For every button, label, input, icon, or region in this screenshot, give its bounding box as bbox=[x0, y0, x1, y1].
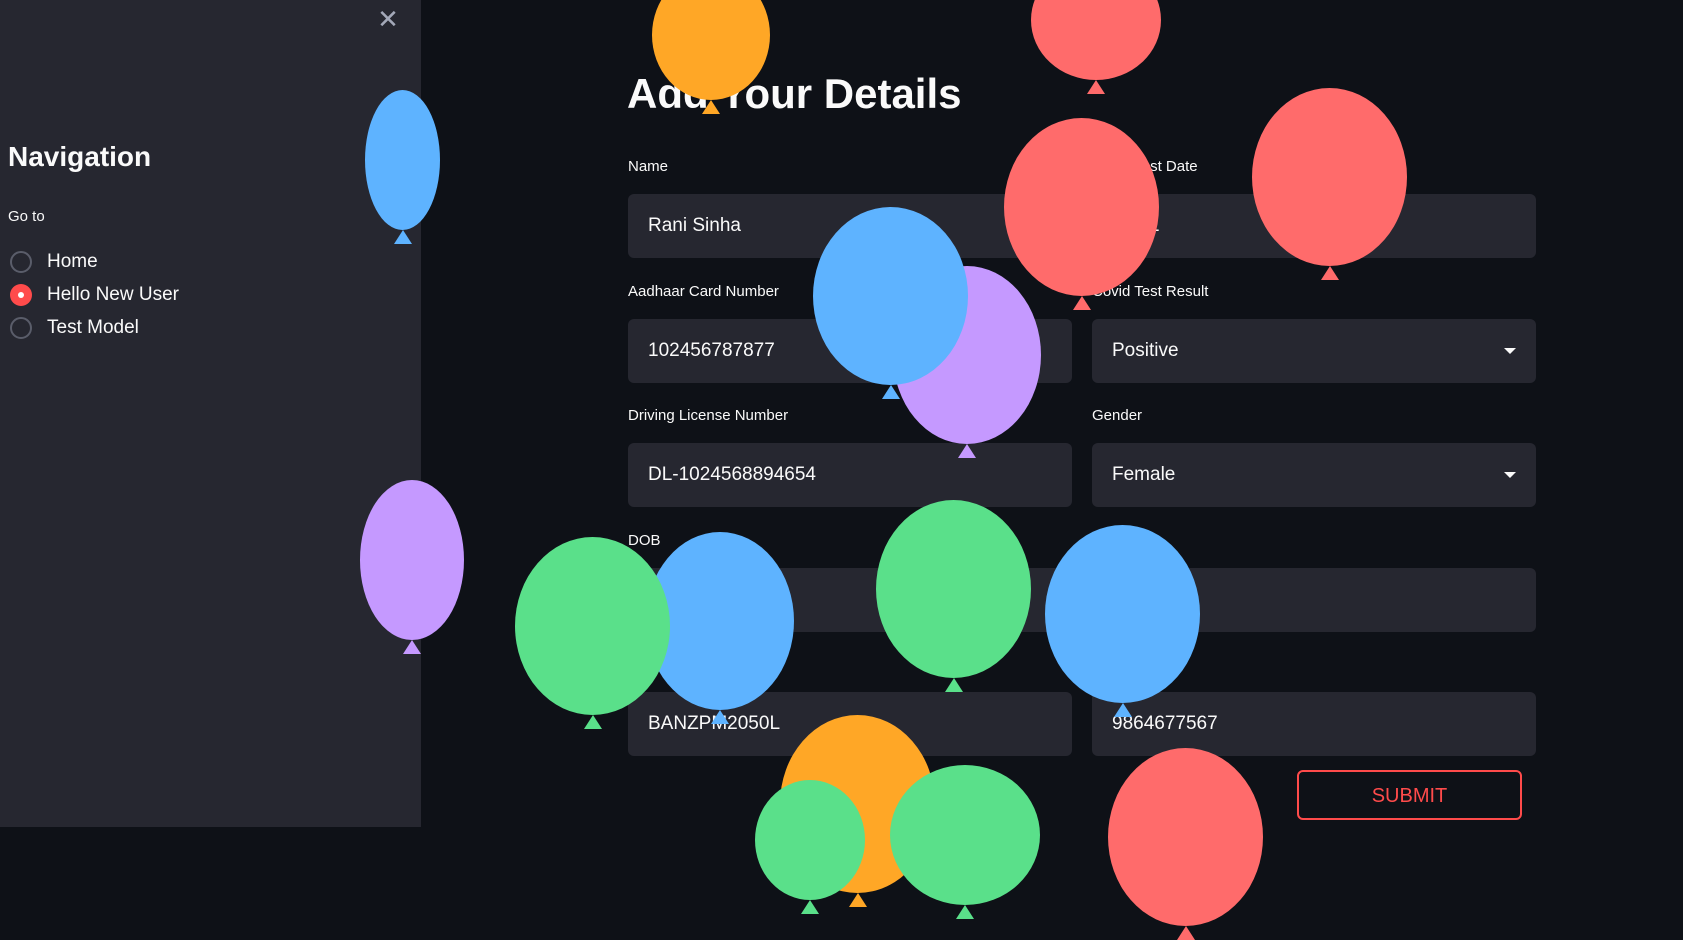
dob-field: DOB bbox=[628, 532, 1072, 632]
navigation-radio-group: Home Hello New User Test Model bbox=[10, 245, 179, 344]
phone-input[interactable]: 9864677567 bbox=[1092, 692, 1536, 756]
radio-icon[interactable] bbox=[10, 250, 32, 273]
submit-button[interactable]: SUBMIT bbox=[1297, 770, 1522, 820]
gender-value: Female bbox=[1112, 464, 1176, 485]
page-title: Add Your Details bbox=[627, 70, 962, 117]
dob-label: DOB bbox=[628, 532, 661, 549]
covid-test-date-label: Covid Test Date bbox=[1092, 158, 1198, 175]
nav-option-label: Hello New User bbox=[47, 283, 179, 305]
phone-label: ber bbox=[1092, 656, 1114, 673]
name-input[interactable]: Rani Sinha bbox=[628, 194, 1072, 258]
covid-test-date-field: Covid Test Date 01/01 bbox=[1092, 158, 1536, 258]
aadhaar-label: Aadhaar Card Number bbox=[628, 283, 779, 300]
phone-field: ber 9864677567 bbox=[1092, 656, 1536, 756]
covid-test-result-select[interactable]: Positive bbox=[1092, 319, 1536, 383]
nav-option-home[interactable]: Home bbox=[10, 245, 179, 278]
pan-label bbox=[628, 656, 1072, 678]
name-field: Name Rani Sinha bbox=[628, 158, 1072, 258]
email-field: il.com bbox=[1092, 532, 1536, 632]
driving-license-label: Driving License Number bbox=[628, 407, 789, 424]
pan-field: BANZPM2050L bbox=[628, 656, 1072, 756]
covid-test-date-input[interactable]: 01/01 bbox=[1092, 194, 1536, 258]
nav-option-hello-new-user[interactable]: Hello New User bbox=[10, 278, 179, 311]
driving-license-input[interactable]: DL-1024568894654 bbox=[628, 443, 1072, 507]
main-content: Add Your Details Name Rani Sinha Aadhaar… bbox=[421, 0, 1683, 827]
name-label: Name bbox=[628, 158, 669, 175]
nav-option-test-model[interactable]: Test Model bbox=[10, 311, 179, 344]
dob-input[interactable] bbox=[628, 568, 1072, 632]
goto-label: Go to bbox=[8, 208, 45, 225]
aadhaar-input[interactable]: 102456787877 bbox=[628, 319, 1072, 383]
email-label bbox=[1092, 532, 1536, 554]
close-icon[interactable]: ✕ bbox=[375, 6, 401, 32]
sidebar-title: Navigation bbox=[8, 141, 152, 172]
chevron-down-icon bbox=[1504, 472, 1516, 478]
covid-test-result-field: Covid Test Result Positive bbox=[1092, 283, 1536, 383]
aadhaar-field: Aadhaar Card Number 102456787877 bbox=[628, 283, 1072, 383]
sidebar: ✕ Navigation Go to Home Hello New User T… bbox=[0, 0, 421, 827]
pan-input[interactable]: BANZPM2050L bbox=[628, 692, 1072, 756]
radio-icon[interactable] bbox=[10, 316, 32, 339]
gender-field: Gender Female bbox=[1092, 407, 1536, 507]
gender-label: Gender bbox=[1092, 407, 1143, 424]
gender-select[interactable]: Female bbox=[1092, 443, 1536, 507]
covid-test-result-value: Positive bbox=[1112, 340, 1179, 361]
nav-option-label: Home bbox=[47, 250, 98, 272]
radio-selected-icon[interactable] bbox=[10, 283, 32, 306]
covid-test-result-label: Covid Test Result bbox=[1092, 283, 1209, 300]
email-input[interactable]: il.com bbox=[1092, 568, 1536, 632]
chevron-down-icon bbox=[1504, 348, 1516, 354]
nav-option-label: Test Model bbox=[47, 316, 139, 338]
driving-license-field: Driving License Number DL-1024568894654 bbox=[628, 407, 1072, 507]
